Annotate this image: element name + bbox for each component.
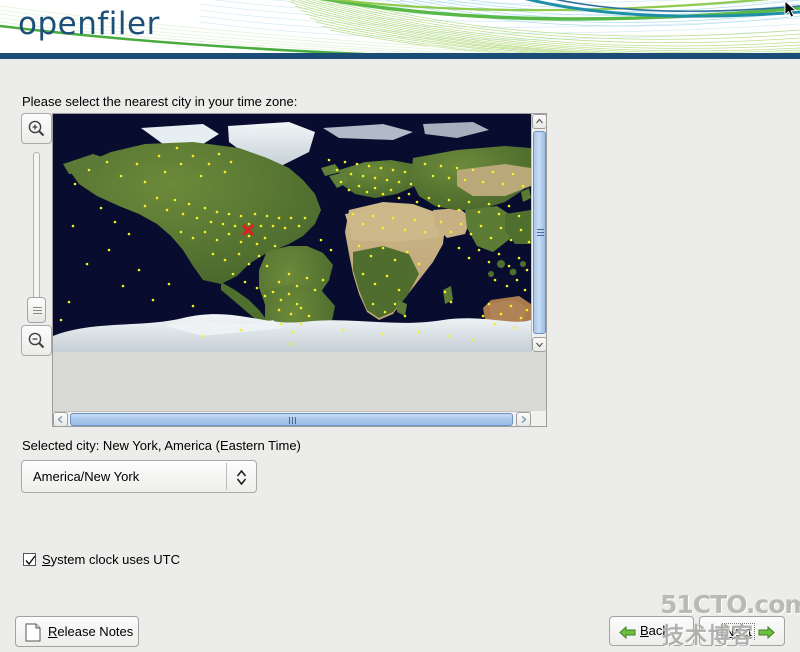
magnifier-plus-icon (27, 119, 46, 138)
next-button[interactable]: Next (699, 616, 785, 646)
scroll-grip-icon (295, 417, 296, 424)
zoom-slider-handle[interactable] (27, 297, 46, 323)
timezone-select[interactable]: America/New York (21, 460, 257, 493)
map-zoom-controls (21, 113, 53, 356)
scroll-grip-icon (292, 417, 293, 424)
openfiler-logo: openfiler (18, 6, 160, 42)
release-notes-mnemonic: R (48, 624, 57, 639)
map-horizontal-scrollbar[interactable] (53, 411, 531, 426)
scroll-grip-icon (537, 229, 544, 230)
world-map-graphic (53, 114, 531, 352)
page-prompt: Please select the nearest city in your t… (22, 94, 297, 109)
next-label: Next (722, 623, 755, 640)
slider-grip-icon (33, 307, 42, 308)
green-left-arrow-icon (619, 625, 636, 640)
app-header: openfiler (0, 0, 800, 53)
chevron-up-icon (533, 115, 546, 128)
zoom-out-button[interactable] (21, 325, 52, 356)
scrollbar-corner (531, 411, 546, 426)
scroll-grip-icon (537, 232, 544, 233)
release-notes-label: Release Notes (48, 624, 133, 639)
map-horizontal-scroll-thumb[interactable] (70, 413, 513, 426)
select-divider (226, 463, 227, 490)
chevron-left-icon (54, 413, 67, 426)
system-clock-utc-label: System clock uses UTC (42, 552, 180, 567)
release-notes-button[interactable]: Release Notes (15, 616, 139, 647)
map-vertical-scroll-thumb[interactable] (533, 131, 546, 334)
chevron-down-icon (533, 338, 546, 351)
slider-grip-icon (33, 310, 42, 311)
green-right-arrow-icon (758, 625, 775, 640)
selected-city-label: Selected city: New York, America (Easter… (22, 438, 301, 453)
scroll-left-button[interactable] (53, 412, 68, 427)
mouse-cursor (784, 0, 798, 20)
system-clock-utc-checkbox[interactable] (23, 553, 36, 566)
scroll-grip-icon (289, 417, 290, 424)
zoom-in-button[interactable] (21, 113, 52, 144)
watermark-line-1: 51CTO.com (660, 590, 800, 619)
release-notes-rest: elease Notes (57, 624, 133, 639)
utc-label-rest: ystem clock uses UTC (51, 552, 180, 567)
checkmark-icon (25, 555, 36, 566)
installer-body: Please select the nearest city in your t… (0, 59, 800, 600)
zoom-slider-track[interactable] (33, 152, 40, 317)
up-down-chevron-icon (235, 468, 248, 487)
magnifier-minus-icon (27, 331, 46, 350)
map-vertical-scrollbar[interactable] (531, 114, 546, 352)
scroll-up-button[interactable] (532, 114, 547, 129)
slider-grip-icon (33, 313, 42, 314)
document-icon (25, 623, 42, 642)
timezone-map[interactable] (53, 114, 531, 352)
back-button[interactable]: Back (609, 616, 694, 646)
utc-label-mnemonic: S (42, 552, 51, 567)
scroll-down-button[interactable] (532, 337, 547, 352)
back-label: Back (640, 623, 669, 638)
scroll-grip-icon (537, 235, 544, 236)
timezone-select-value: America/New York (33, 469, 139, 484)
timezone-map-frame (52, 113, 547, 427)
scroll-right-button[interactable] (516, 412, 531, 427)
back-rest: ack (649, 623, 669, 638)
back-mnemonic: B (640, 623, 649, 638)
chevron-right-icon (517, 413, 530, 426)
next-rest: ext (734, 624, 751, 639)
next-mnemonic: N (725, 624, 734, 639)
